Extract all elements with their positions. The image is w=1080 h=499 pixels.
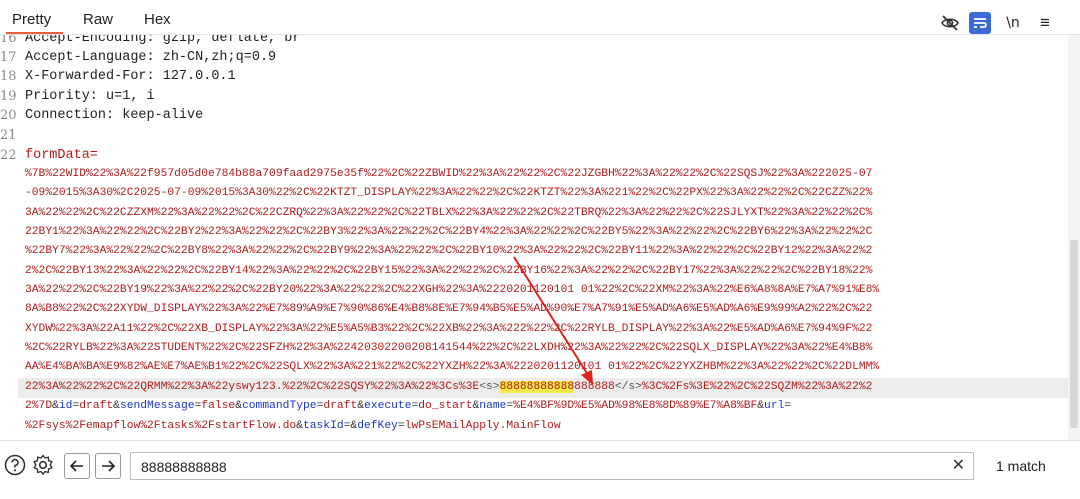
arrow-right-icon[interactable]: [95, 453, 121, 479]
search-field[interactable]: ✕: [130, 452, 974, 480]
help-icon[interactable]: [4, 454, 26, 476]
search-bar: ✕ 1 match: [0, 440, 1080, 499]
request-editor[interactable]: 16 Accept-Encoding: gzip, deflate, br 17 A…: [0, 35, 1068, 440]
wrap-lines-icon[interactable]: [969, 12, 991, 34]
tab-raw[interactable]: Raw: [83, 11, 113, 28]
arrow-left-icon[interactable]: [64, 453, 90, 479]
scrollbar-thumb[interactable]: [1070, 240, 1078, 428]
hamburger-menu-icon[interactable]: ≡: [1036, 13, 1054, 33]
gear-icon[interactable]: [32, 454, 54, 476]
view-tabs: Pretty Raw Hex \n ≡: [0, 3, 1080, 35]
clear-icon[interactable]: ✕: [952, 455, 965, 475]
search-input[interactable]: [139, 456, 933, 478]
newline-toggle-icon[interactable]: \n: [1004, 13, 1022, 33]
match-count: 1 match: [996, 458, 1046, 474]
annotation-arrow: [513, 256, 593, 385]
tab-pretty[interactable]: Pretty: [5, 11, 64, 34]
tab-hex[interactable]: Hex: [144, 11, 171, 28]
eye-slash-icon[interactable]: [940, 13, 960, 33]
vertical-scrollbar[interactable]: [1068, 35, 1080, 440]
